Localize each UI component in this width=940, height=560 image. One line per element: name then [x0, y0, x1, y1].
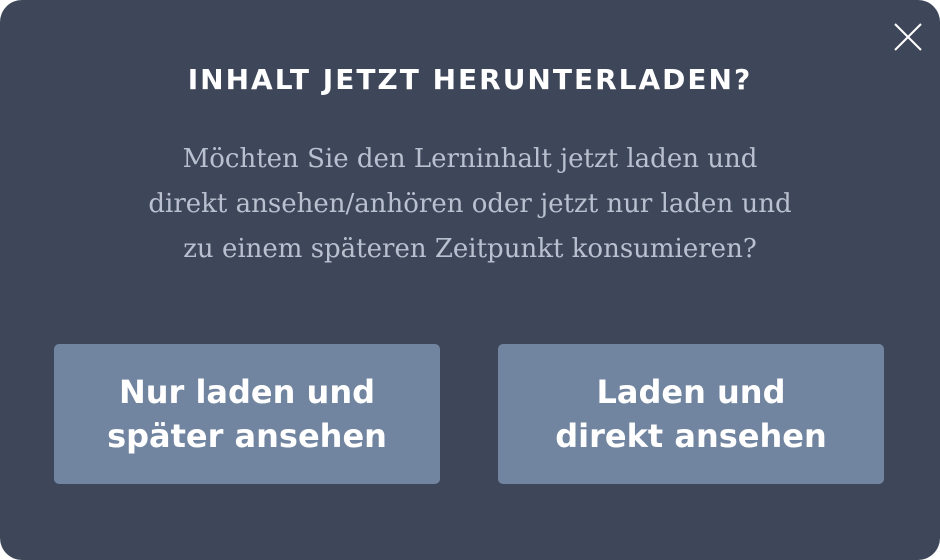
- dialog-message-line: direkt ansehen/anhören oder jetzt nur la…: [148, 189, 792, 219]
- download-and-view-button-label-line2: direkt ansehen: [555, 417, 827, 455]
- download-later-button-label-line1: Nur laden und: [118, 373, 376, 411]
- dialog-message-line: Möchten Sie den Lerninhalt jetzt laden u…: [182, 144, 758, 174]
- dialog-title: INHALT JETZT HERUNTERLADEN?: [187, 63, 753, 96]
- download-dialog: INHALT JETZT HERUNTERLADEN? Möchten Sie …: [0, 0, 940, 560]
- dialog-message: Möchten Sie den Lerninhalt jetzt laden u…: [90, 137, 850, 272]
- download-later-button-label-line2: später ansehen: [107, 417, 387, 455]
- download-and-view-button[interactable]: Laden und direkt ansehen: [498, 344, 884, 484]
- download-later-button[interactable]: Nur laden und später ansehen: [54, 344, 440, 484]
- dialog-message-line: zu einem späteren Zeitpunkt konsumieren?: [183, 234, 757, 264]
- download-and-view-button-label-line1: Laden und: [596, 373, 786, 411]
- close-icon: [894, 23, 922, 51]
- close-button[interactable]: [888, 17, 928, 57]
